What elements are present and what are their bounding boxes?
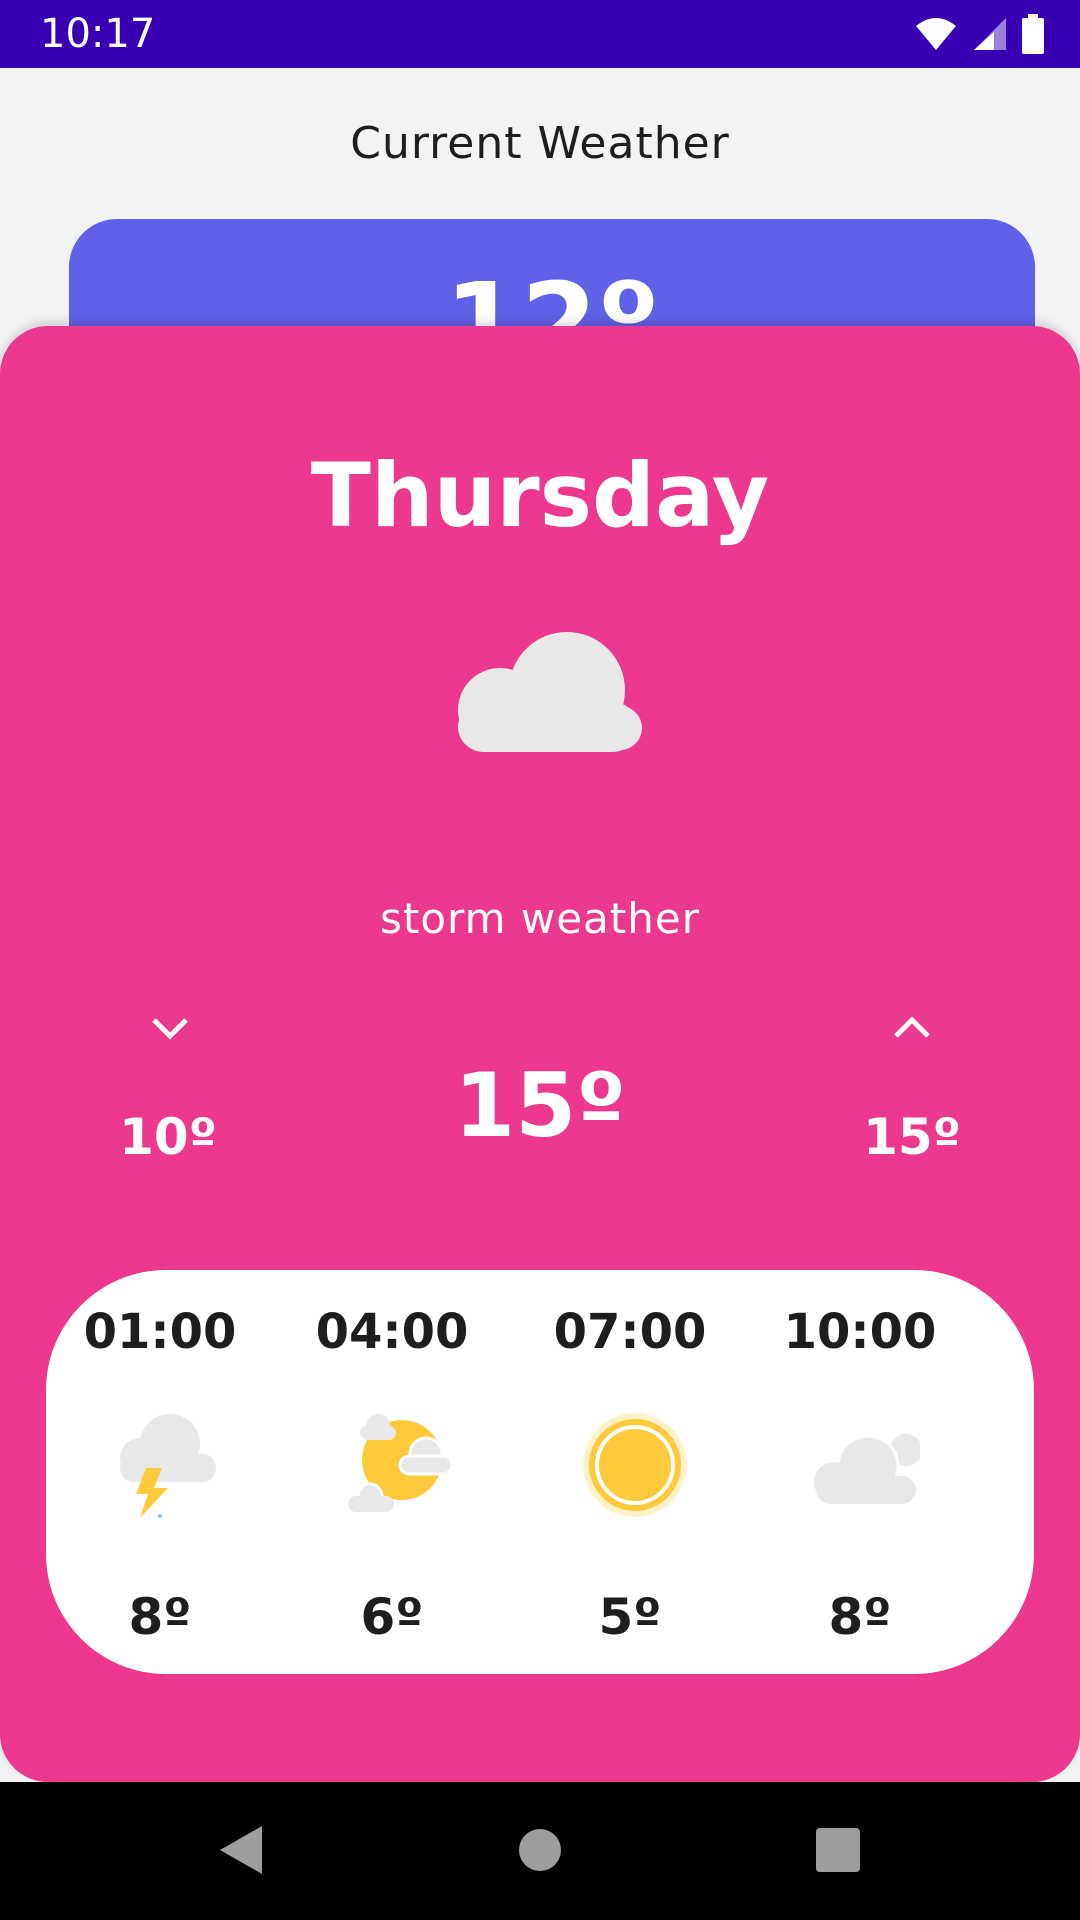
- page-title: Current Weather: [350, 118, 730, 169]
- status-icons: [914, 14, 1044, 54]
- thunderstorm-icon: [120, 1414, 216, 1518]
- recents-icon[interactable]: [808, 1820, 868, 1880]
- forecast-item[interactable]: 04:00 6º: [282, 1270, 502, 1674]
- hourly-forecast-panel[interactable]: 01:00 8º 04:00 6º 07:00 5º 10:00 8º: [46, 1270, 1034, 1674]
- partly-cloudy-icon: [348, 1414, 452, 1512]
- home-icon[interactable]: [510, 1820, 570, 1880]
- status-time: 10:17: [40, 11, 156, 57]
- status-bar: 10:17: [0, 0, 1080, 68]
- chevron-down-icon: [152, 1018, 188, 1040]
- forecast-time: 10:00: [783, 1304, 937, 1360]
- sun-icon: [583, 1413, 687, 1517]
- weather-condition: storm weather: [380, 894, 700, 943]
- max-temperature: 15º: [863, 1108, 961, 1166]
- back-icon[interactable]: [210, 1820, 270, 1880]
- day-title: Thursday: [310, 444, 770, 547]
- navigation-bar: [0, 1782, 1080, 1920]
- cloudy-icon: [814, 1434, 920, 1504]
- forecast-item[interactable]: 01:00 8º: [50, 1270, 270, 1674]
- forecast-time: 07:00: [553, 1304, 707, 1360]
- wifi-icon: [916, 18, 956, 50]
- chevron-up-icon: [894, 1016, 930, 1038]
- forecast-time: 01:00: [83, 1304, 237, 1360]
- battery-icon: [1022, 14, 1044, 54]
- cellular-signal-icon: [974, 18, 1006, 50]
- cloud-icon: [458, 632, 642, 752]
- forecast-temp: 5º: [598, 1588, 662, 1646]
- forecast-item[interactable]: 10:00 8º: [750, 1270, 970, 1674]
- forecast-temp: 8º: [828, 1588, 892, 1646]
- forecast-time: 04:00: [315, 1304, 469, 1360]
- forecast-item[interactable]: 07:00 5º: [520, 1270, 740, 1674]
- forecast-temp: 6º: [360, 1588, 424, 1646]
- forecast-temp: 8º: [128, 1588, 192, 1646]
- day-forecast-card[interactable]: Thursday storm weather 10º 15º 15º 01:00…: [0, 326, 1080, 1782]
